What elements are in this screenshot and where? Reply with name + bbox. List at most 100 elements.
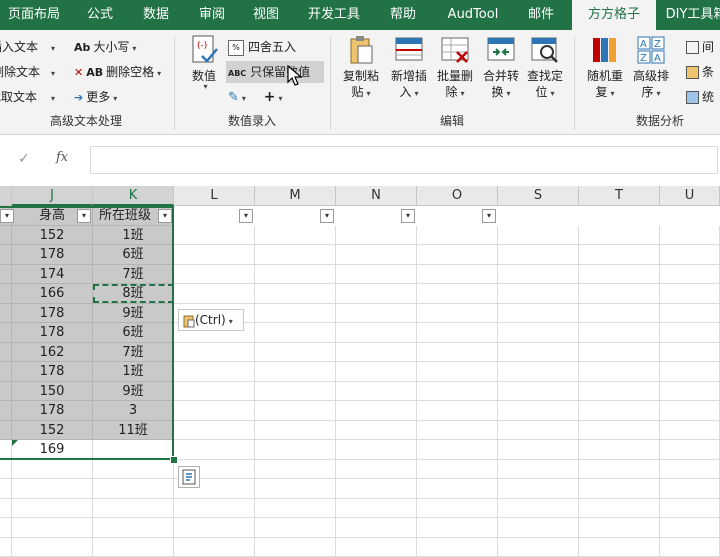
cell[interactable]	[579, 479, 660, 499]
cell[interactable]	[255, 460, 336, 480]
cell[interactable]	[93, 499, 174, 519]
cell[interactable]	[498, 440, 579, 460]
more-button[interactable]: ➔更多▾	[74, 86, 117, 108]
cell[interactable]	[579, 245, 660, 265]
cell[interactable]	[660, 362, 720, 382]
cell[interactable]	[174, 538, 255, 557]
cell[interactable]	[174, 421, 255, 441]
formula-input[interactable]	[90, 146, 718, 174]
cell[interactable]	[579, 226, 660, 246]
cell[interactable]	[660, 343, 720, 363]
cell[interactable]	[498, 518, 579, 538]
cell[interactable]	[255, 382, 336, 402]
cell[interactable]	[417, 499, 498, 519]
advanced-sort-button[interactable]: A Z Z A 高级排序▾	[628, 34, 674, 102]
cell[interactable]	[498, 323, 579, 343]
column-header-m[interactable]: M	[255, 186, 336, 206]
cell[interactable]	[417, 440, 498, 460]
cell[interactable]	[417, 343, 498, 363]
cell[interactable]	[417, 304, 498, 324]
cell[interactable]	[0, 460, 12, 480]
add-insert-button[interactable]: 新增插入▾	[386, 34, 432, 102]
column-header-k[interactable]: K	[93, 186, 174, 206]
cell[interactable]	[336, 518, 417, 538]
cell[interactable]	[12, 538, 93, 557]
tab-formulas[interactable]: 公式	[74, 0, 126, 30]
cell[interactable]	[579, 460, 660, 480]
cell[interactable]	[255, 343, 336, 363]
cell[interactable]	[255, 226, 336, 246]
cell[interactable]	[336, 440, 417, 460]
cell[interactable]	[255, 323, 336, 343]
delete-text-button[interactable]: 删除文本▾	[0, 61, 55, 83]
cell[interactable]	[174, 401, 255, 421]
cell[interactable]	[336, 343, 417, 363]
cell[interactable]	[498, 401, 579, 421]
cell[interactable]	[498, 362, 579, 382]
cell[interactable]	[336, 304, 417, 324]
cell[interactable]	[579, 538, 660, 557]
cell[interactable]	[255, 284, 336, 304]
cell[interactable]	[660, 499, 720, 519]
cell[interactable]	[174, 226, 255, 246]
cell[interactable]	[12, 460, 93, 480]
cell[interactable]	[174, 518, 255, 538]
cell[interactable]	[660, 304, 720, 324]
cell[interactable]	[174, 284, 255, 304]
tab-view[interactable]: 视图	[240, 0, 292, 30]
cell[interactable]	[93, 538, 174, 557]
cell[interactable]	[579, 382, 660, 402]
cell[interactable]	[336, 323, 417, 343]
cell[interactable]	[498, 265, 579, 285]
filter-dropdown-icon[interactable]: ▾	[401, 209, 415, 223]
quick-analysis-icon[interactable]	[178, 466, 200, 488]
edit-value-button[interactable]: ✎▾ +▾	[228, 86, 283, 108]
round-button[interactable]: %四舍五入	[228, 36, 296, 58]
cell[interactable]	[660, 245, 720, 265]
cell[interactable]	[498, 245, 579, 265]
column-header-l[interactable]: L	[174, 186, 255, 206]
cell[interactable]	[12, 479, 93, 499]
cell[interactable]	[417, 226, 498, 246]
insert-text-button[interactable]: 插入文本▾	[0, 36, 55, 58]
cell[interactable]	[12, 518, 93, 538]
column-header-u[interactable]: U	[660, 186, 720, 206]
cell[interactable]	[660, 518, 720, 538]
insert-function-icon[interactable]: fx	[56, 150, 68, 165]
column-header-t[interactable]: T	[579, 186, 660, 206]
cell[interactable]	[174, 362, 255, 382]
column-header-j[interactable]: J	[12, 186, 93, 206]
cell[interactable]	[498, 304, 579, 324]
fill-handle[interactable]	[170, 456, 178, 464]
cell[interactable]	[174, 382, 255, 402]
cell[interactable]	[579, 323, 660, 343]
cell[interactable]	[0, 538, 12, 557]
batch-delete-button[interactable]: 批量删除▾	[432, 34, 478, 102]
cell[interactable]	[336, 538, 417, 557]
cell[interactable]	[255, 401, 336, 421]
keep-value-only-button[interactable]: ABC只保留数值	[226, 61, 324, 83]
tab-data[interactable]: 数据	[130, 0, 182, 30]
cell[interactable]	[336, 460, 417, 480]
interval-button[interactable]: 间	[686, 36, 714, 58]
cell[interactable]	[174, 499, 255, 519]
cell[interactable]	[255, 499, 336, 519]
cell[interactable]	[579, 343, 660, 363]
remove-spaces-button[interactable]: ✕AB删除空格▾	[74, 61, 161, 83]
cell[interactable]	[336, 499, 417, 519]
cell[interactable]	[255, 518, 336, 538]
tab-audtool[interactable]: AudTool	[434, 0, 512, 30]
cell[interactable]	[0, 518, 12, 538]
cell[interactable]	[579, 284, 660, 304]
cell[interactable]	[336, 421, 417, 441]
column-header-s[interactable]: S	[498, 186, 579, 206]
copy-paste-button[interactable]: 复制粘贴▾	[338, 34, 384, 102]
cell[interactable]	[255, 538, 336, 557]
cell[interactable]	[417, 265, 498, 285]
find-locate-button[interactable]: 查找定位▾	[522, 34, 568, 102]
cell[interactable]	[417, 245, 498, 265]
column-header-i[interactable]	[0, 186, 12, 206]
tab-mail[interactable]: 邮件	[514, 0, 568, 30]
cell[interactable]	[660, 382, 720, 402]
cell[interactable]	[579, 499, 660, 519]
